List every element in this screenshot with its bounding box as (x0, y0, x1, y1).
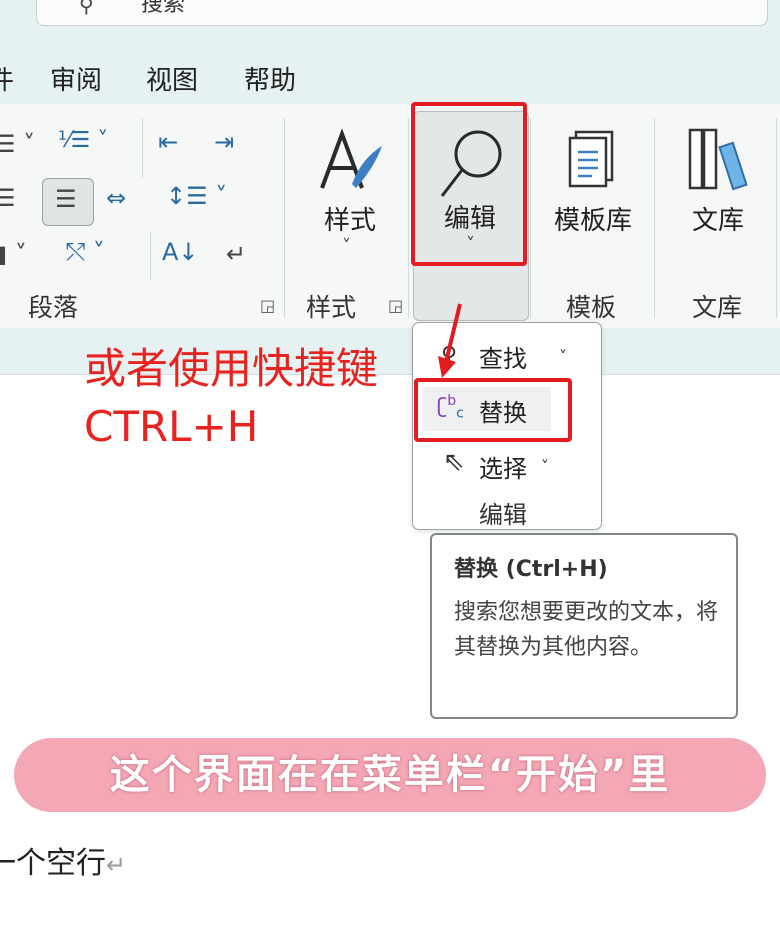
chevron-down-icon: ˅ (559, 347, 567, 366)
search-icon: ⚲ (79, 0, 94, 17)
document-icon (568, 130, 614, 188)
group-label-paragraph: 段落 (28, 293, 79, 322)
divider (654, 118, 655, 318)
menu-item-find-label: 查找 (479, 345, 527, 373)
distributed-icon[interactable]: ⇔ (106, 184, 126, 212)
menu-footer-label: 编辑 (479, 501, 527, 529)
styles-dialog-launcher-icon[interactable]: ◲ (388, 296, 403, 315)
ribbon (0, 104, 780, 328)
highlight-replace-item (414, 378, 572, 442)
annotation-line-1: 或者使用快捷键 (84, 344, 379, 393)
divider (530, 118, 531, 318)
group-label-styles: 样式 (306, 293, 357, 322)
annotation-line-2: CTRL+H (84, 402, 259, 451)
template-library-label: 模板库 (554, 206, 633, 236)
styles-button-label: 样式 (324, 206, 377, 236)
library-label: 文库 (692, 206, 745, 236)
arrow-icon (438, 303, 462, 378)
sort-icon[interactable]: A↓ (162, 238, 199, 266)
tooltip-title: 替换 (Ctrl+H) (454, 557, 608, 582)
shading-icon[interactable]: ▮ ˅ (0, 240, 27, 268)
divider (284, 118, 285, 318)
search-placeholder: 搜索 (141, 0, 186, 17)
group-label-template: 模板 (566, 293, 617, 322)
justify-icon: ☰ (55, 185, 77, 213)
paragraph-dialog-launcher-icon[interactable]: ◲ (260, 296, 275, 315)
paragraph-mark-icon: ↵ (106, 851, 127, 879)
styles-icon (320, 128, 382, 189)
line-spacing-icon[interactable]: ↕☰ ˅ (166, 182, 227, 210)
replace-tooltip: 替换 (Ctrl+H) 搜索您想要更改的文本，将其替换为其他内容。 (430, 533, 738, 719)
tab-help[interactable]: 帮助 (244, 60, 296, 97)
sort-direction-icon[interactable]: ⤲ ˅ (66, 238, 105, 266)
caption-banner: 这个界面在在菜单栏“开始”里 (14, 738, 766, 812)
tooltip-body: 搜索您想要更改的文本，将其替换为其他内容。 (454, 600, 719, 660)
menu-item-select-label: 选择 (479, 455, 527, 483)
numbering-icon[interactable]: ⅟☰ ˅ (58, 128, 108, 153)
divider (776, 118, 777, 318)
show-marks-icon[interactable]: ↵ (226, 240, 246, 268)
document-text: 一个空行 (0, 846, 106, 881)
cursor-icon: ⇖ (443, 447, 465, 477)
library-icon (688, 128, 748, 191)
tab-insert[interactable]: 件 (0, 60, 14, 97)
decrease-indent-icon[interactable]: ⇤ (158, 128, 178, 156)
highlight-edit-button (411, 102, 527, 266)
chevron-down-icon: ˅ (541, 457, 549, 476)
caption-banner-text: 这个界面在在菜单栏“开始”里 (109, 752, 671, 798)
document-text-line[interactable]: 一个空行↵ (0, 838, 126, 882)
tab-review[interactable]: 审阅 (50, 60, 102, 97)
search-box[interactable]: ⚲ 搜索 (36, 0, 768, 26)
divider (408, 118, 409, 318)
increase-indent-icon[interactable]: ⇥ (214, 128, 234, 156)
bullets-icon[interactable]: ☰ ˅ (0, 130, 35, 158)
tab-view[interactable]: 视图 (146, 60, 198, 97)
divider (142, 118, 143, 178)
chevron-down-icon: ˅ (342, 236, 351, 257)
group-label-library: 文库 (692, 293, 743, 322)
divider (150, 232, 151, 280)
align-right-icon[interactable]: ☰ (0, 184, 16, 212)
justify-button[interactable]: ☰ (42, 178, 94, 226)
menu-item-select[interactable]: ⇖ 选择 ˅ (413, 443, 601, 487)
